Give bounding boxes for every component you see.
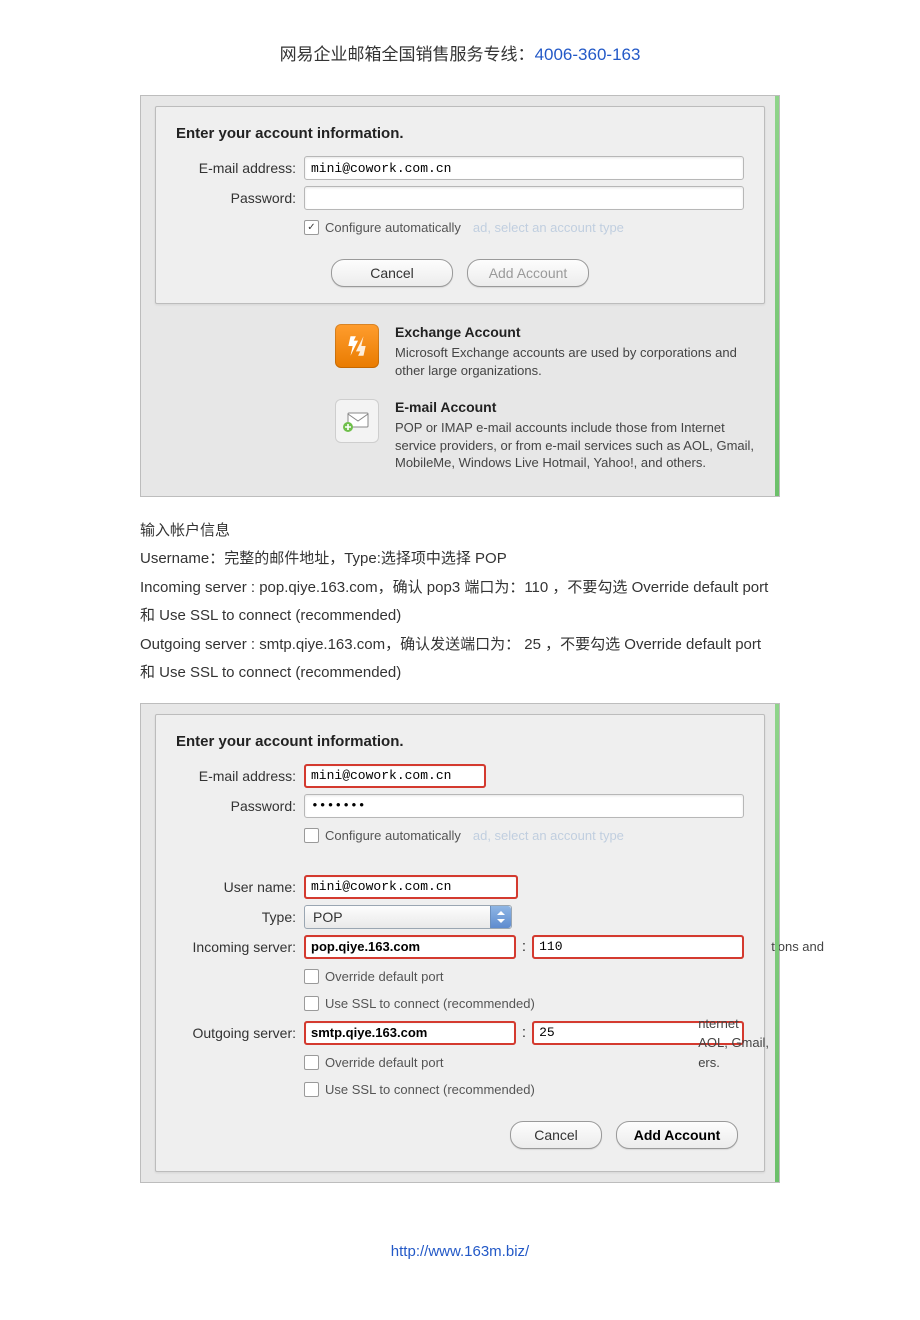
add-account-button[interactable]: Add Account	[467, 259, 589, 287]
incoming-override-label: Override default port	[325, 969, 444, 984]
checkbox-icon	[304, 828, 319, 843]
instr-line-3: Incoming server : pop.qiye.163.com，确认 po…	[140, 574, 780, 631]
page-footer: http://www.163m.biz/	[0, 1243, 920, 1260]
tile-exchange[interactable]: Exchange Account Microsoft Exchange acco…	[335, 314, 765, 389]
dialog2-title: Enter your account information.	[176, 733, 744, 750]
email-input[interactable]	[304, 156, 744, 180]
password2-input[interactable]	[304, 794, 744, 818]
incoming-port-input[interactable]	[532, 935, 744, 959]
checkbox-icon	[304, 996, 319, 1011]
username-label: User name:	[176, 879, 304, 895]
outgoing-ssl-checkbox[interactable]: Use SSL to connect (recommended)	[304, 1082, 535, 1097]
dialog1-title: Enter your account information.	[176, 125, 744, 142]
checkbox-icon	[304, 220, 319, 235]
password2-label: Password:	[176, 798, 304, 814]
page-header: 网易企业邮箱全国销售服务专线：4006-360-163	[0, 40, 920, 65]
checkbox-icon	[304, 1055, 319, 1070]
email2-label: E-mail address:	[176, 768, 304, 784]
incoming-ssl-checkbox[interactable]: Use SSL to connect (recommended)	[304, 996, 535, 1011]
colon: :	[522, 938, 526, 955]
incoming-label: Incoming server:	[176, 939, 304, 955]
instructions: 输入帐户信息 Username：完整的邮件地址，Type:选择项中选择 POP …	[140, 517, 780, 688]
password-input[interactable]	[304, 186, 744, 210]
account-type-tiles: Exchange Account Microsoft Exchange acco…	[155, 314, 765, 496]
instr-line-1: 输入帐户信息	[140, 517, 780, 546]
tile-email[interactable]: E-mail Account POP or IMAP e-mail accoun…	[335, 389, 765, 482]
outgoing-override-checkbox[interactable]: Override default port	[304, 1055, 444, 1070]
configure-auto-checkbox[interactable]: Configure automatically	[304, 220, 461, 235]
configure-auto2-label: Configure automatically	[325, 828, 461, 843]
username-input[interactable]	[304, 875, 518, 899]
incoming-override-checkbox[interactable]: Override default port	[304, 969, 444, 984]
outgoing-input[interactable]	[304, 1021, 516, 1045]
dialog2: Enter your account information. E-mail a…	[140, 703, 780, 1183]
type-value: POP	[313, 909, 343, 925]
colon: :	[522, 1024, 526, 1041]
tile-email-title: E-mail Account	[395, 399, 755, 415]
configure-auto2-checkbox[interactable]: Configure automatically	[304, 828, 461, 843]
ghost-hint2: ad, select an account type	[473, 828, 624, 843]
outgoing-override-label: Override default port	[325, 1055, 444, 1070]
header-prefix: 网易企业邮箱全国销售服务专线：	[280, 45, 535, 64]
incoming-input[interactable]	[304, 935, 516, 959]
outgoing-ssl-label: Use SSL to connect (recommended)	[325, 1082, 535, 1097]
cancel-button[interactable]: Cancel	[331, 259, 453, 287]
instr-line-2: Username：完整的邮件地址，Type:选择项中选择 POP	[140, 545, 780, 574]
outgoing-label: Outgoing server:	[176, 1025, 304, 1041]
email-icon	[335, 399, 379, 443]
email-label: E-mail address:	[176, 160, 304, 176]
tile-exchange-title: Exchange Account	[395, 324, 755, 340]
tile-exchange-body: Microsoft Exchange accounts are used by …	[395, 344, 755, 379]
dialog1: Enter your account information. E-mail a…	[140, 95, 780, 497]
bg-hint-incoming: tions and	[771, 939, 824, 954]
checkbox-icon	[304, 969, 319, 984]
type-select[interactable]: POP	[304, 905, 512, 929]
incoming-ssl-label: Use SSL to connect (recommended)	[325, 996, 535, 1011]
ghost-hint: ad, select an account type	[473, 220, 624, 235]
password-label: Password:	[176, 190, 304, 206]
configure-auto-label: Configure automatically	[325, 220, 461, 235]
instr-line-4: Outgoing server : smtp.qiye.163.com，确认发送…	[140, 631, 780, 688]
cancel2-button[interactable]: Cancel	[510, 1121, 602, 1149]
add-account2-button[interactable]: Add Account	[616, 1121, 738, 1149]
exchange-icon	[335, 324, 379, 368]
header-hotline: 4006-360-163	[535, 45, 641, 64]
bg-hint-block: nternet AOL, Gmail, ers.	[698, 1014, 769, 1073]
tile-email-body: POP or IMAP e-mail accounts include thos…	[395, 419, 755, 472]
email2-input[interactable]	[304, 764, 486, 788]
checkbox-icon	[304, 1082, 319, 1097]
type-label: Type:	[176, 909, 304, 925]
footer-link[interactable]: http://www.163m.biz/	[391, 1243, 529, 1260]
